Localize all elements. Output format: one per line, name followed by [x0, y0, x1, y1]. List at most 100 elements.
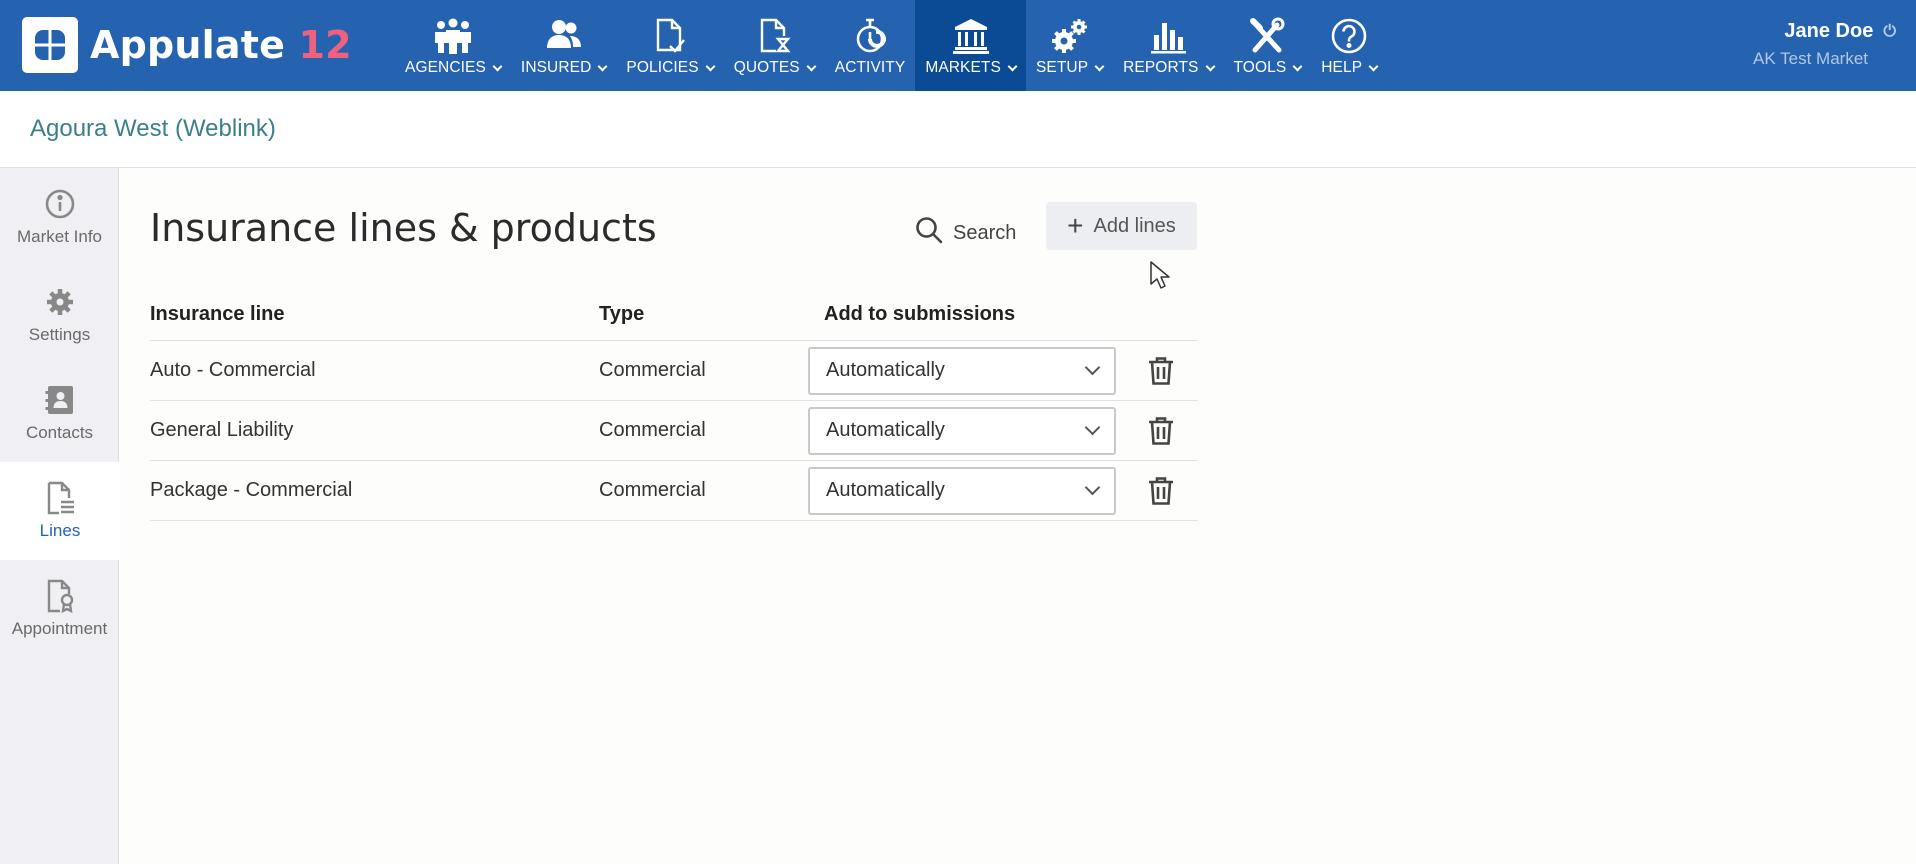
table-row: General Liability Commercial Automatical…: [150, 401, 1198, 461]
certificate-icon: [43, 579, 77, 613]
mouse-cursor-icon: [1149, 260, 1171, 295]
power-icon[interactable]: ⏻: [1883, 23, 1896, 41]
page-title: Insurance lines & products: [150, 206, 657, 250]
select-value: Automatically: [826, 359, 945, 381]
cell-insurance-line: Package - Commercial: [150, 479, 353, 501]
table-row: Auto - Commercial Commercial Automatical…: [150, 341, 1198, 401]
sidebar-item-label: Market Info: [16, 227, 103, 246]
top-navigation-bar: Appulate 12 AGENCIES INSURED POLICIES QU…: [0, 0, 1916, 91]
markets-bank-icon: [949, 16, 993, 56]
plus-icon: +: [1067, 210, 1084, 241]
chevron-down-icon: [705, 61, 716, 71]
add-lines-button[interactable]: + Add lines: [1046, 202, 1197, 250]
add-lines-label: Add lines: [1093, 214, 1176, 237]
app-logo[interactable]: Appulate 12: [22, 17, 352, 73]
gears-icon: [1048, 16, 1092, 56]
app-version: 12: [298, 23, 352, 67]
nav-help[interactable]: HELP: [1311, 0, 1387, 91]
policies-icon: [648, 16, 692, 56]
bar-chart-icon: [1146, 16, 1190, 56]
insured-icon: [542, 16, 586, 56]
sidebar-item-label: Settings: [28, 325, 91, 344]
user-market: AK Test Market: [1753, 49, 1868, 68]
tools-icon: [1245, 16, 1289, 56]
chevron-down-icon: [1084, 359, 1101, 376]
contacts-icon: [43, 383, 77, 417]
chevron-down-icon: [1007, 61, 1018, 71]
nav-insured[interactable]: INSURED: [511, 0, 616, 91]
cell-type: Commercial: [599, 359, 706, 381]
sidebar-item-appointment[interactable]: Appointment: [0, 560, 119, 658]
nav-reports[interactable]: REPORTS: [1113, 0, 1223, 91]
header-insurance-line: Insurance line: [150, 303, 285, 325]
trash-icon[interactable]: [1147, 356, 1175, 386]
cell-insurance-line: Auto - Commercial: [150, 359, 316, 381]
nav-markets-label: MARKETS: [925, 59, 1001, 76]
nav-policies[interactable]: POLICIES: [616, 0, 723, 91]
sidebar-item-label: Lines: [39, 521, 81, 540]
main-nav: AGENCIES INSURED POLICIES QUOTES ACTIVIT…: [395, 0, 1387, 91]
chevron-down-icon: [806, 61, 817, 71]
help-icon: [1327, 16, 1371, 56]
sidebar: Market Info Settings Contacts Lines Appo…: [0, 168, 120, 864]
trash-icon[interactable]: [1147, 476, 1175, 506]
nav-agencies[interactable]: AGENCIES: [395, 0, 511, 91]
nav-insured-label: INSURED: [520, 59, 592, 76]
sidebar-item-market-info[interactable]: Market Info: [0, 168, 119, 266]
nav-quotes[interactable]: QUOTES: [724, 0, 825, 91]
chevron-down-icon: [1292, 61, 1303, 71]
nav-quotes-label: QUOTES: [733, 59, 800, 76]
market-title: Agoura West (Weblink): [30, 115, 276, 142]
chevron-down-icon: [1084, 479, 1101, 496]
header-type: Type: [599, 303, 645, 325]
nav-tools[interactable]: TOOLS: [1224, 0, 1312, 91]
search-button-label: Search: [953, 221, 1017, 244]
sidebar-item-label: Contacts: [25, 423, 94, 442]
nav-setup[interactable]: SETUP: [1026, 0, 1113, 91]
nav-tools-label: TOOLS: [1233, 59, 1287, 76]
stopwatch-icon: [848, 16, 892, 56]
market-header: Agoura West (Weblink): [0, 91, 1916, 168]
quotes-icon: [752, 16, 796, 56]
cell-type: Commercial: [599, 479, 706, 501]
info-icon: [43, 187, 77, 221]
sidebar-item-label: Appointment: [11, 619, 108, 638]
chevron-down-icon: [1205, 61, 1215, 71]
chevron-down-icon: [1094, 61, 1105, 71]
app-name-text: Appulate: [90, 23, 286, 67]
add-to-submissions-select[interactable]: Automatically: [808, 346, 1116, 395]
search-icon: [915, 216, 943, 250]
gear-icon: [43, 285, 77, 319]
add-to-submissions-select[interactable]: Automatically: [808, 466, 1116, 515]
chevron-down-icon: [492, 61, 503, 71]
table-row: Package - Commercial Commercial Automati…: [150, 461, 1198, 521]
cell-type: Commercial: [599, 419, 706, 441]
nav-help-label: HELP: [1321, 59, 1363, 76]
nav-agencies-label: AGENCIES: [405, 59, 486, 76]
trash-icon[interactable]: [1147, 416, 1175, 446]
logo-clover-icon: [22, 17, 78, 73]
sidebar-item-settings[interactable]: Settings: [0, 266, 119, 364]
chevron-down-icon: [597, 61, 608, 71]
table-header: Insurance line Type Add to submissions: [150, 289, 1198, 341]
sidebar-item-contacts[interactable]: Contacts: [0, 364, 119, 462]
chevron-down-icon: [1368, 61, 1379, 71]
document-lines-icon: [43, 481, 77, 515]
select-value: Automatically: [826, 419, 945, 441]
nav-activity[interactable]: ACTIVITY: [825, 0, 916, 91]
search-button[interactable]: Search: [915, 211, 1016, 255]
select-value: Automatically: [826, 479, 945, 501]
nav-activity-label: ACTIVITY: [834, 59, 906, 76]
nav-policies-label: POLICIES: [626, 59, 699, 76]
chevron-down-icon: [1084, 419, 1101, 436]
sidebar-item-lines[interactable]: Lines: [0, 462, 120, 560]
user-menu[interactable]: Jane Doe ⏻ AK Test Market: [1753, 20, 1896, 69]
app-name: Appulate 12: [90, 23, 352, 67]
header-add-to-submissions: Add to submissions: [824, 303, 1016, 325]
add-to-submissions-select[interactable]: Automatically: [808, 406, 1116, 455]
user-name: Jane Doe: [1784, 20, 1874, 42]
nav-setup-label: SETUP: [1035, 59, 1089, 76]
insurance-lines-table: Insurance line Type Add to submissions A…: [150, 289, 1198, 521]
cell-insurance-line: General Liability: [150, 419, 294, 441]
nav-markets[interactable]: MARKETS: [915, 0, 1026, 91]
